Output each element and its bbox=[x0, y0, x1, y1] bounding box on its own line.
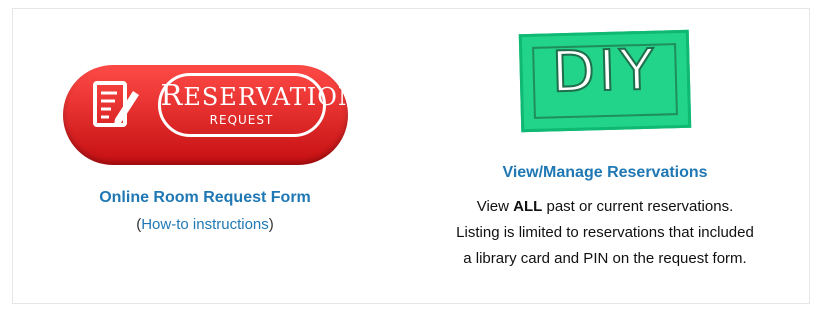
manage-reservations-column: DIY View/Manage Reservations View ALL pa… bbox=[395, 28, 815, 272]
description-line-1-pre: View bbox=[476, 198, 514, 215]
description-line-1-post: past or current reservations. bbox=[542, 198, 734, 215]
badge-title-rest: ESERVATION bbox=[183, 83, 360, 111]
online-room-request-link[interactable]: Online Room Request Form bbox=[30, 189, 380, 207]
badge-title-initial: R bbox=[160, 78, 184, 112]
howto-instructions-link[interactable]: How-to instructions bbox=[141, 216, 269, 233]
diy-text: DIY bbox=[549, 37, 659, 107]
badge-title: RESERVATION bbox=[160, 78, 359, 112]
diy-badge[interactable]: DIY bbox=[518, 28, 693, 138]
diy-tile: DIY bbox=[518, 29, 691, 133]
description-line-1-bold: ALL bbox=[513, 198, 543, 215]
description-line-3: a library card and PIN on the request fo… bbox=[463, 250, 747, 267]
howto-line: (How-to instructions) bbox=[30, 216, 380, 233]
checklist-pencil-icon bbox=[92, 81, 139, 127]
description-line-1: View ALL past or current reservations. bbox=[395, 194, 815, 220]
reservation-request-column: RESERVATION REQUEST Online Room Request … bbox=[30, 55, 380, 233]
badge-subtitle: REQUEST bbox=[209, 113, 274, 127]
reservation-request-badge[interactable]: RESERVATION REQUEST bbox=[62, 55, 359, 175]
reservations-description: View ALL past or current reservations. L… bbox=[395, 194, 815, 272]
view-manage-reservations-link[interactable]: View/Manage Reservations bbox=[395, 164, 815, 182]
description-line-2: Listing is limited to reservations that … bbox=[456, 224, 754, 241]
howto-close-paren: ) bbox=[268, 216, 274, 233]
